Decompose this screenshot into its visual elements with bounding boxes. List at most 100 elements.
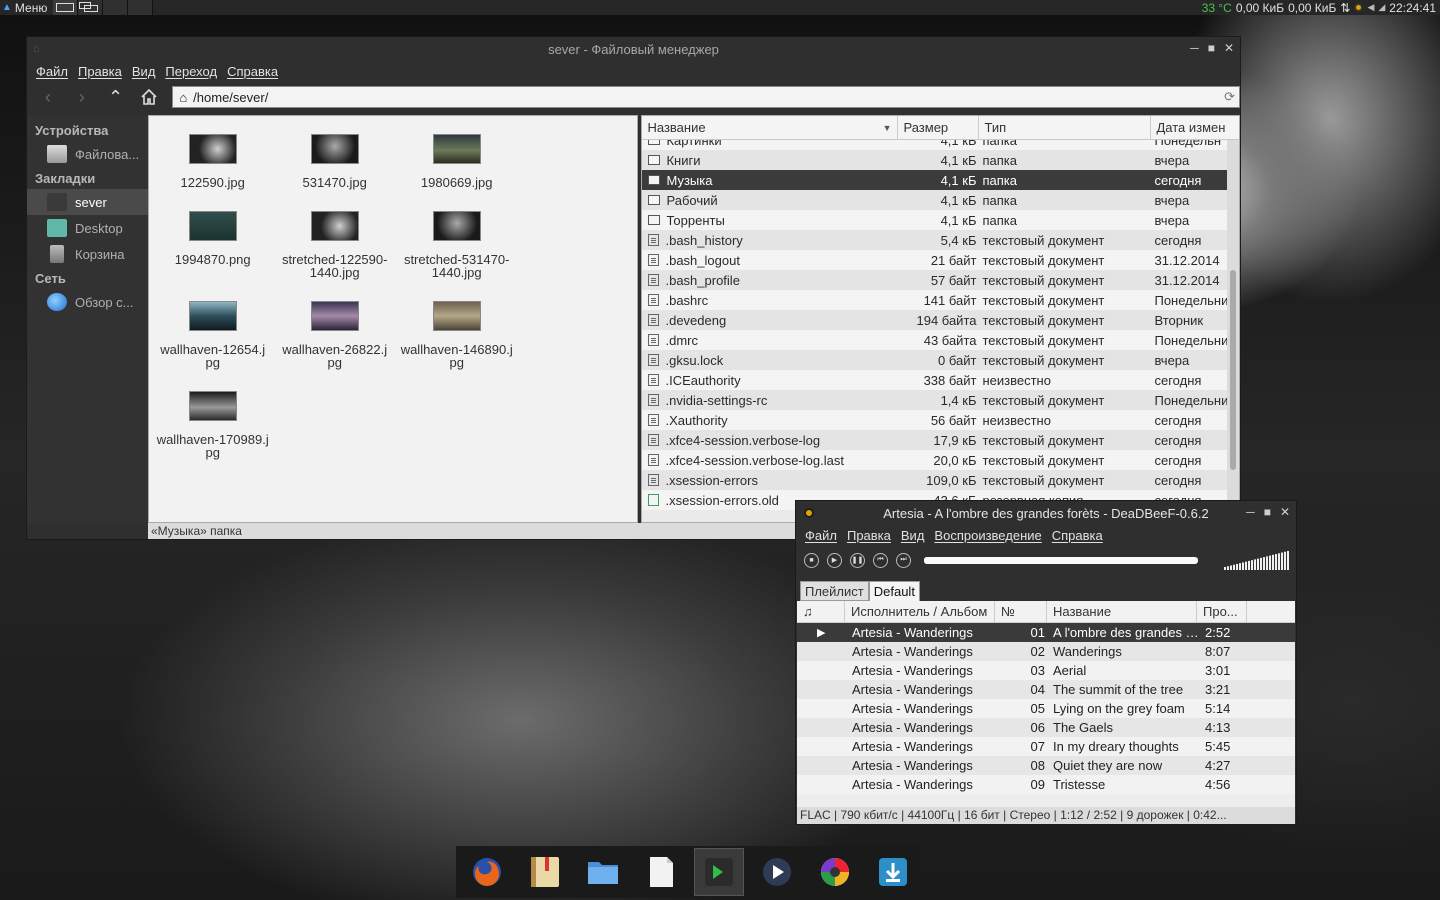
db-menu-playback[interactable]: Воспроизведение <box>929 528 1046 543</box>
maximize-icon[interactable]: ■ <box>1264 505 1271 519</box>
track-row[interactable]: ▶ Artesia - Wanderings 01 A l'ombre des gra… <box>797 623 1295 642</box>
file-row[interactable]: Музыка 4,1 кБ папка сегодня <box>642 170 1229 190</box>
minimize-icon[interactable]: ─ <box>1190 41 1199 55</box>
deadbeef-tray-icon[interactable] <box>1354 3 1364 12</box>
signal-icon[interactable]: ◢ <box>1378 2 1385 13</box>
sidebar-item-sever[interactable]: sever <box>27 189 148 215</box>
column-title-header[interactable]: Название <box>1047 600 1197 623</box>
file-row[interactable]: Книги 4,1 кБ папка вчера <box>642 150 1229 170</box>
stop-icon[interactable]: ■ <box>804 552 819 568</box>
column-type-header[interactable]: Тип <box>979 116 1152 140</box>
file-row[interactable]: .bash_logout 21 байт текстовый документ 31.… <box>642 250 1229 270</box>
thumbnail-item[interactable]: 1994870.png <box>153 211 273 266</box>
dock-files[interactable] <box>578 848 628 896</box>
thumbnail-item[interactable]: wallhaven-170989.j pg <box>153 391 273 459</box>
column-name-header[interactable]: Название ▼ <box>642 116 899 140</box>
seek-bar[interactable] <box>924 556 1198 564</box>
thumbnail-item[interactable]: stretched-122590- 1440.jpg <box>275 211 395 279</box>
volume-icon[interactable]: ◀ <box>1367 2 1374 13</box>
up-icon[interactable]: ⌃ <box>101 84 131 110</box>
scrollbar-thumb[interactable] <box>1230 270 1236 470</box>
maximize-icon[interactable]: ■ <box>1208 41 1215 55</box>
menu-edit[interactable]: Правка <box>73 64 127 79</box>
sidebar-item-network-browse[interactable]: Обзор с... <box>27 289 148 315</box>
network-icon[interactable]: ⇅ <box>1340 1 1350 15</box>
volume-bar[interactable] <box>1224 550 1292 570</box>
menu-go[interactable]: Переход <box>160 64 222 79</box>
file-row[interactable]: .bash_profile 57 байт текстовый документ 31… <box>642 270 1229 290</box>
clock[interactable]: 22:24:41 <box>1389 1 1436 15</box>
thumbnail-item[interactable]: 531470.jpg <box>275 134 395 189</box>
thumbnail-item[interactable]: 1980669.jpg <box>397 134 517 189</box>
close-icon[interactable]: ✕ <box>1224 41 1234 55</box>
sidebar-item-filesystem[interactable]: Файлова... <box>27 141 148 167</box>
db-menu-file[interactable]: Файл <box>800 528 842 543</box>
app-menu-button[interactable]: ▲ Меню <box>0 0 53 15</box>
file-row[interactable]: .Xauthority 56 байт неизвестно сегодня <box>642 410 1229 430</box>
file-row[interactable]: .dmrc 43 байта текстовый документ Понедельн… <box>642 330 1229 350</box>
column-size-header[interactable]: Размер <box>898 116 980 140</box>
thumbnail-item[interactable]: stretched-531470- 1440.jpg <box>397 211 517 279</box>
reload-icon[interactable]: ⟳ <box>1224 89 1235 105</box>
db-menu-edit[interactable]: Правка <box>842 528 896 543</box>
db-menu-view[interactable]: Вид <box>896 528 930 543</box>
file-row[interactable]: .devedeng 194 байта текстовый документ Втор… <box>642 310 1229 330</box>
prev-icon[interactable]: ⏮ <box>873 552 888 568</box>
file-row[interactable]: .xfce4-session.verbose-log 17,9 кБ текстов… <box>642 430 1229 450</box>
track-row[interactable]: Artesia - Wanderings 05 Lying on the grey … <box>797 699 1295 718</box>
dock-download[interactable] <box>868 848 918 896</box>
column-duration-header[interactable]: Про... <box>1197 600 1247 623</box>
sidebar-item-trash[interactable]: Корзина <box>27 241 148 267</box>
track-row[interactable]: Artesia - Wanderings 07 In my dreary thoug… <box>797 737 1295 756</box>
dock-terminal[interactable] <box>694 848 744 896</box>
dock-color-picker[interactable] <box>810 848 860 896</box>
fm-titlebar[interactable]: ⌂ sever - Файловый менеджер ─ ■ ✕ <box>27 37 1240 61</box>
column-status-header[interactable]: ♫ <box>797 600 845 623</box>
file-row[interactable]: .gksu.lock 0 байт текстовый документ вчера <box>642 350 1229 370</box>
minimize-icon[interactable]: ─ <box>1246 505 1255 519</box>
file-row[interactable]: .xsession-errors 109,0 кБ текстовый докуме… <box>642 470 1229 490</box>
workspace-2[interactable] <box>78 0 104 15</box>
file-row[interactable]: .xfce4-session.verbose-log.last 20,0 кБ те… <box>642 450 1229 470</box>
track-row[interactable]: Artesia - Wanderings 09 Tristesse 4:56 <box>797 775 1295 794</box>
file-row[interactable]: .bash_history 5,4 кБ текстовый документ сег… <box>642 230 1229 250</box>
track-row[interactable]: Artesia - Wanderings 08 Quiet they are now… <box>797 756 1295 775</box>
menu-help[interactable]: Справка <box>222 64 283 79</box>
tab-playlist[interactable]: Плейлист <box>800 581 869 601</box>
next-icon[interactable]: ⏭ <box>896 552 911 568</box>
file-row[interactable]: Торренты 4,1 кБ папка вчера <box>642 210 1229 230</box>
dock-media-player[interactable] <box>752 848 802 896</box>
track-row[interactable]: Artesia - Wanderings 02 Wanderings 8:07 <box>797 642 1295 661</box>
thumbnail-item[interactable]: wallhaven-146890.j pg <box>397 301 517 369</box>
dock-document[interactable] <box>636 848 686 896</box>
file-row[interactable]: .bashrc 141 байт текстовый документ Понедел… <box>642 290 1229 310</box>
sidebar-item-desktop[interactable]: Desktop <box>27 215 148 241</box>
thumbnail-item[interactable]: 122590.jpg <box>153 134 273 189</box>
track-row[interactable]: Artesia - Wanderings 03 Aerial 3:01 <box>797 661 1295 680</box>
track-row[interactable]: Artesia - Wanderings 06 The Gaels 4:13 <box>797 718 1295 737</box>
back-icon[interactable]: ‹ <box>33 84 63 110</box>
column-num-header[interactable]: № <box>995 600 1047 623</box>
pause-icon[interactable]: ❚❚ <box>850 552 865 568</box>
column-date-header[interactable]: Дата измен <box>1151 116 1229 140</box>
list-scrollbar[interactable] <box>1227 140 1239 522</box>
location-bar[interactable]: ⌂ /home/sever/ ⟳ <box>172 86 1241 108</box>
file-row[interactable]: .ICEauthority 338 байт неизвестно сегодня <box>642 370 1229 390</box>
db-titlebar[interactable]: Artesia - A l'ombre des grandes forèts -… <box>796 501 1296 525</box>
file-row[interactable]: Рабочий 4,1 кБ папка вчера <box>642 190 1229 210</box>
thumbnail-item[interactable]: wallhaven-12654.j pg <box>153 301 273 369</box>
menu-file[interactable]: Файл <box>31 64 73 79</box>
play-icon[interactable]: ▶ <box>827 552 842 568</box>
workspace-3[interactable] <box>103 0 129 15</box>
dock-notes[interactable] <box>520 848 570 896</box>
db-menu-help[interactable]: Справка <box>1047 528 1108 543</box>
workspace-1[interactable] <box>53 0 79 15</box>
menu-view[interactable]: Вид <box>127 64 161 79</box>
close-icon[interactable]: ✕ <box>1280 505 1290 519</box>
workspace-4[interactable] <box>128 0 154 15</box>
thumbnail-item[interactable]: wallhaven-26822.j pg <box>275 301 395 369</box>
column-artist-header[interactable]: Исполнитель / Альбом <box>845 600 995 623</box>
track-row[interactable]: Artesia - Wanderings 04 The summit of the … <box>797 680 1295 699</box>
forward-icon[interactable]: › <box>67 84 97 110</box>
home-icon[interactable] <box>134 84 164 110</box>
